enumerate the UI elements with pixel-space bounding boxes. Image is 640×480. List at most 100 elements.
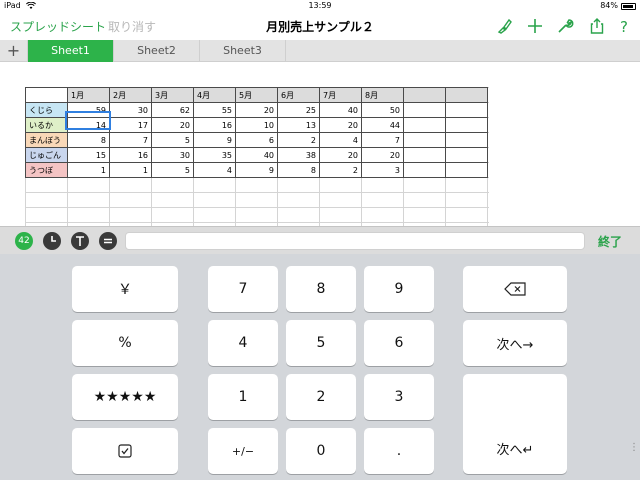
table-cell[interactable]: 9: [193, 132, 236, 148]
table-cell[interactable]: 8: [67, 132, 110, 148]
delete-key[interactable]: [463, 266, 567, 312]
text-icon[interactable]: [71, 232, 89, 250]
key-3[interactable]: 3: [364, 374, 434, 420]
table-cell[interactable]: 10: [235, 117, 278, 133]
table-cell[interactable]: 16: [109, 147, 152, 163]
table-cell[interactable]: 35: [193, 147, 236, 163]
add-icon[interactable]: [526, 17, 544, 35]
key-2[interactable]: 2: [286, 374, 356, 420]
add-sheet-button[interactable]: +: [0, 40, 28, 62]
table-cell[interactable]: 16: [193, 117, 236, 133]
next-right-key[interactable]: 次へ→: [463, 320, 567, 366]
table-cell[interactable]: 20: [319, 117, 362, 133]
row-header[interactable]: いるか: [25, 117, 68, 133]
row-header[interactable]: まんぼう: [25, 132, 68, 148]
clock-icon[interactable]: [43, 232, 61, 250]
paintbrush-icon[interactable]: [496, 17, 514, 35]
tab-sheet1[interactable]: Sheet1: [28, 40, 114, 62]
table-cell[interactable]: 50: [361, 102, 404, 118]
table-cell[interactable]: [403, 132, 446, 148]
table-cell[interactable]: [445, 117, 488, 133]
column-header[interactable]: 4月: [193, 87, 236, 103]
formula-icon[interactable]: [99, 232, 117, 250]
table-cell[interactable]: [445, 162, 488, 178]
table-cell[interactable]: [403, 147, 446, 163]
table-cell[interactable]: 38: [277, 147, 320, 163]
share-icon[interactable]: [588, 17, 606, 35]
table-cell[interactable]: [403, 162, 446, 178]
table-cell[interactable]: 6: [235, 132, 278, 148]
corner-cell[interactable]: [25, 87, 68, 103]
table-cell[interactable]: 1: [67, 162, 110, 178]
key-1[interactable]: 1: [208, 374, 278, 420]
table-cell[interactable]: 2: [319, 162, 362, 178]
column-header[interactable]: 8月: [361, 87, 404, 103]
table-cell[interactable]: [403, 102, 446, 118]
table-cell[interactable]: 7: [361, 132, 404, 148]
column-header[interactable]: 7月: [319, 87, 362, 103]
column-header[interactable]: [445, 87, 488, 103]
key-4[interactable]: 4: [208, 320, 278, 366]
table-cell[interactable]: 25: [277, 102, 320, 118]
key-6[interactable]: 6: [364, 320, 434, 366]
table-cell[interactable]: 30: [151, 147, 194, 163]
key-9[interactable]: 9: [364, 266, 434, 312]
currency-key[interactable]: ￥: [72, 266, 178, 312]
key-8[interactable]: 8: [286, 266, 356, 312]
table-cell[interactable]: 44: [361, 117, 404, 133]
table-cell[interactable]: 20: [361, 147, 404, 163]
table-cell[interactable]: 13: [277, 117, 320, 133]
table-cell[interactable]: 1: [109, 162, 152, 178]
table-cell[interactable]: 20: [319, 147, 362, 163]
table-cell[interactable]: 3: [361, 162, 404, 178]
table-cell[interactable]: [445, 147, 488, 163]
done-button[interactable]: 終了: [598, 233, 622, 250]
table-cell[interactable]: [445, 102, 488, 118]
table-cell[interactable]: 15: [67, 147, 110, 163]
key-7[interactable]: 7: [208, 266, 278, 312]
rating-key[interactable]: ★★★★★: [72, 374, 178, 420]
column-header[interactable]: [403, 87, 446, 103]
table-cell[interactable]: 5: [151, 132, 194, 148]
table-cell[interactable]: 20: [151, 117, 194, 133]
column-header[interactable]: 1月: [67, 87, 110, 103]
plus-minus-key[interactable]: +/−: [208, 428, 278, 474]
table-cell[interactable]: [403, 117, 446, 133]
selected-cell[interactable]: [65, 111, 111, 130]
data-table[interactable]: 1月 2月 3月 4月 5月 6月 7月 8月 くじら 59 30 62 55 20 25 40 50 いるか 1…: [25, 87, 488, 178]
table-cell[interactable]: 4: [319, 132, 362, 148]
key-5[interactable]: 5: [286, 320, 356, 366]
column-header[interactable]: 2月: [109, 87, 152, 103]
table-cell[interactable]: 7: [109, 132, 152, 148]
number-format-button[interactable]: 42: [15, 232, 33, 250]
table-cell[interactable]: 9: [235, 162, 278, 178]
help-icon[interactable]: ?: [616, 17, 634, 36]
spreadsheet-canvas[interactable]: 1月 2月 3月 4月 5月 6月 7月 8月 くじら 59 30 62 55 20 25 40 50 いるか 1…: [0, 62, 640, 226]
table-cell[interactable]: 4: [193, 162, 236, 178]
key-0[interactable]: 0: [286, 428, 356, 474]
table-cell[interactable]: 40: [319, 102, 362, 118]
table-cell[interactable]: 17: [109, 117, 152, 133]
table-cell[interactable]: 8: [277, 162, 320, 178]
column-header[interactable]: 6月: [277, 87, 320, 103]
row-header[interactable]: くじら: [25, 102, 68, 118]
column-header[interactable]: 3月: [151, 87, 194, 103]
table-cell[interactable]: 5: [151, 162, 194, 178]
table-cell[interactable]: 62: [151, 102, 194, 118]
table-cell[interactable]: 30: [109, 102, 152, 118]
table-cell[interactable]: 20: [235, 102, 278, 118]
table-cell[interactable]: 40: [235, 147, 278, 163]
row-header[interactable]: じゅごん: [25, 147, 68, 163]
keyboard-handle-icon[interactable]: ⋮: [629, 443, 639, 460]
table-cell[interactable]: 2: [277, 132, 320, 148]
wrench-icon[interactable]: [556, 17, 574, 35]
table-cell[interactable]: 55: [193, 102, 236, 118]
checkbox-key[interactable]: [72, 428, 178, 474]
percent-key[interactable]: %: [72, 320, 178, 366]
column-header[interactable]: 5月: [235, 87, 278, 103]
tab-sheet2[interactable]: Sheet2: [114, 40, 200, 62]
decimal-key[interactable]: .: [364, 428, 434, 474]
table-cell[interactable]: [445, 132, 488, 148]
formula-input[interactable]: [125, 232, 585, 250]
next-enter-key[interactable]: 次へ↵: [463, 374, 567, 474]
